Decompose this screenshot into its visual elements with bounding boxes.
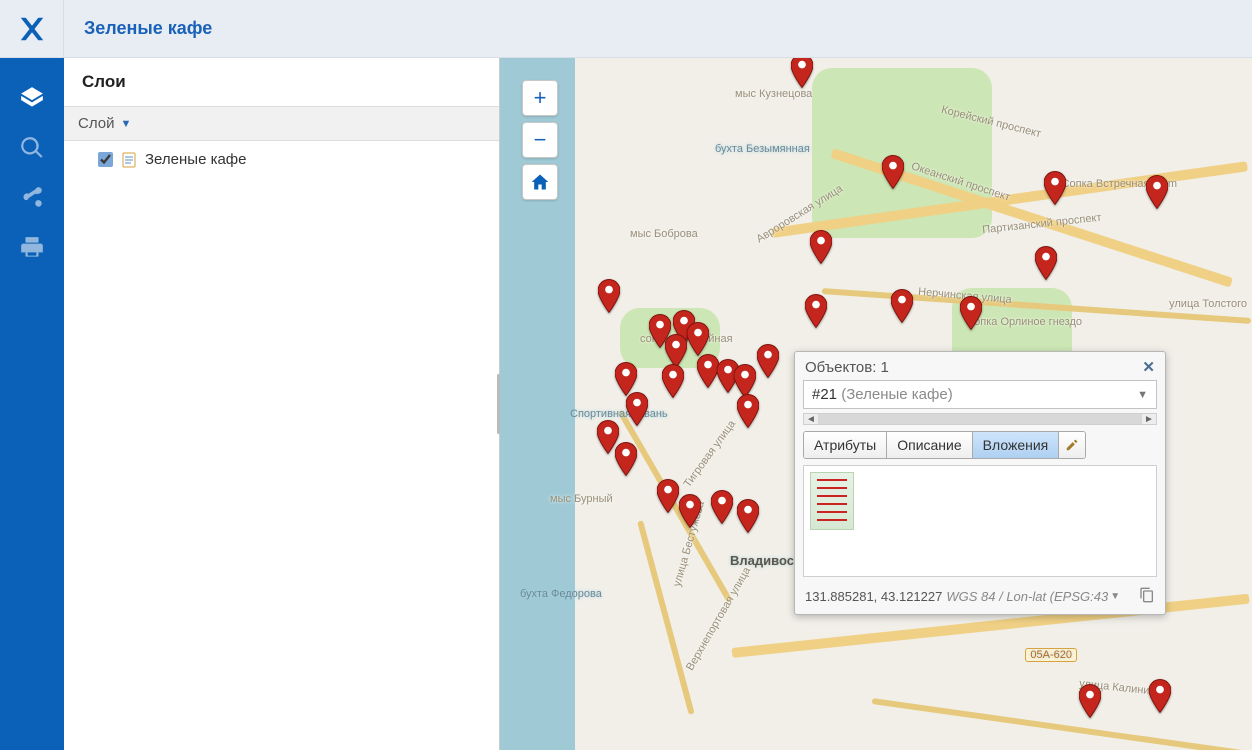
map-marker[interactable]	[810, 230, 832, 264]
map-marker[interactable]	[615, 442, 637, 476]
search-button[interactable]	[12, 128, 52, 168]
map-marker[interactable]	[891, 289, 913, 323]
feature-popup: Объектов: 1 ✕ #21 (Зеленые кафе) ▼ ◄ ► А…	[794, 351, 1166, 615]
map-marker[interactable]	[757, 344, 779, 378]
popup-srs: WGS 84 / Lon-lat (EPSG:43	[946, 589, 1108, 604]
map-marker[interactable]	[697, 354, 719, 388]
tab-attributes[interactable]: Атрибуты	[804, 432, 887, 458]
map-marker[interactable]	[665, 334, 687, 368]
map-marker[interactable]	[687, 322, 709, 356]
map[interactable]: мыс Кузнецова бухта Безымянная мыс Бобро…	[500, 58, 1252, 750]
map-label: бухта Безымянная	[715, 143, 810, 155]
map-label: сопка Орлиное гнездо	[969, 316, 1082, 328]
page-title: Зеленые кафе	[64, 18, 212, 39]
panel-title: Слои	[64, 58, 499, 106]
share-icon	[19, 185, 45, 211]
map-marker[interactable]	[1146, 175, 1168, 209]
popup-title: Объектов: 1	[805, 359, 889, 376]
tab-edit[interactable]	[1059, 432, 1085, 458]
edit-icon	[1065, 438, 1079, 452]
print-button[interactable]	[12, 228, 52, 268]
map-marker[interactable]	[882, 155, 904, 189]
print-icon	[19, 235, 45, 261]
document-icon	[121, 152, 137, 168]
pager-next[interactable]: ►	[1142, 414, 1156, 425]
zoom-in-button[interactable]: +	[522, 80, 558, 116]
map-label: улица Толстого	[1169, 298, 1247, 310]
close-icon[interactable]: ✕	[1142, 358, 1155, 376]
layer-group-header[interactable]: Слой ▼	[64, 106, 499, 141]
map-marker[interactable]	[791, 58, 813, 88]
map-marker[interactable]	[598, 279, 620, 313]
search-icon	[19, 135, 45, 161]
layers-icon	[19, 85, 45, 111]
layers-button[interactable]	[12, 78, 52, 118]
layer-checkbox[interactable]	[98, 152, 113, 167]
map-marker[interactable]	[1044, 171, 1066, 205]
popup-coords: 131.885281, 43.121227	[805, 589, 942, 604]
tab-description[interactable]: Описание	[887, 432, 972, 458]
left-toolbar	[0, 58, 64, 750]
map-label: мыс Боброва	[630, 228, 698, 240]
map-marker[interactable]	[805, 294, 827, 328]
attachment-thumbnail[interactable]	[810, 472, 854, 530]
map-marker[interactable]	[734, 364, 756, 398]
popup-tabs: Атрибуты Описание Вложения	[803, 431, 1086, 459]
map-marker[interactable]	[737, 499, 759, 533]
feature-select[interactable]: #21 (Зеленые кафе) ▼	[803, 380, 1157, 409]
layer-group-label: Слой	[78, 115, 114, 132]
map-marker[interactable]	[679, 494, 701, 528]
tab-attachments[interactable]: Вложения	[973, 432, 1060, 458]
map-label: бухта Федорова	[520, 588, 602, 600]
layers-panel: Слои Слой ▼ Зеленые кафе	[64, 58, 500, 750]
map-label: мыс Бурный	[550, 493, 613, 505]
zoom-out-button[interactable]: −	[522, 122, 558, 158]
map-marker[interactable]	[662, 364, 684, 398]
app-logo[interactable]	[0, 0, 64, 57]
home-button[interactable]	[522, 164, 558, 200]
copy-icon[interactable]	[1139, 587, 1155, 606]
layer-item[interactable]: Зеленые кафе	[64, 141, 499, 178]
header: Зеленые кафе	[0, 0, 1252, 58]
map-marker[interactable]	[657, 479, 679, 513]
feature-pager[interactable]: ◄ ►	[803, 413, 1157, 425]
feature-layer: (Зеленые кафе)	[841, 386, 952, 403]
pager-prev[interactable]: ◄	[804, 414, 818, 425]
main: Слои Слой ▼ Зеленые кафе мыс Кузнецова б…	[0, 58, 1252, 750]
map-marker[interactable]	[960, 296, 982, 330]
chevron-down-icon: ▼	[120, 118, 131, 130]
map-label: Спортивная гавань	[570, 408, 668, 420]
chevron-down-icon: ▼	[1110, 591, 1120, 602]
map-marker[interactable]	[1149, 679, 1171, 713]
map-marker[interactable]	[626, 392, 648, 426]
share-button[interactable]	[12, 178, 52, 218]
chevron-down-icon: ▼	[1137, 389, 1148, 401]
map-marker[interactable]	[711, 490, 733, 524]
home-icon	[530, 172, 550, 192]
layer-label: Зеленые кафе	[145, 151, 247, 168]
map-controls: + −	[522, 80, 558, 200]
map-route-label: 05А-620	[1025, 648, 1077, 662]
feature-id: #21	[812, 386, 837, 403]
map-label: мыс Кузнецова	[735, 88, 812, 100]
map-marker[interactable]	[615, 362, 637, 396]
map-marker[interactable]	[1079, 684, 1101, 718]
map-marker[interactable]	[737, 394, 759, 428]
map-marker[interactable]	[1035, 246, 1057, 280]
attachments-body	[803, 465, 1157, 577]
